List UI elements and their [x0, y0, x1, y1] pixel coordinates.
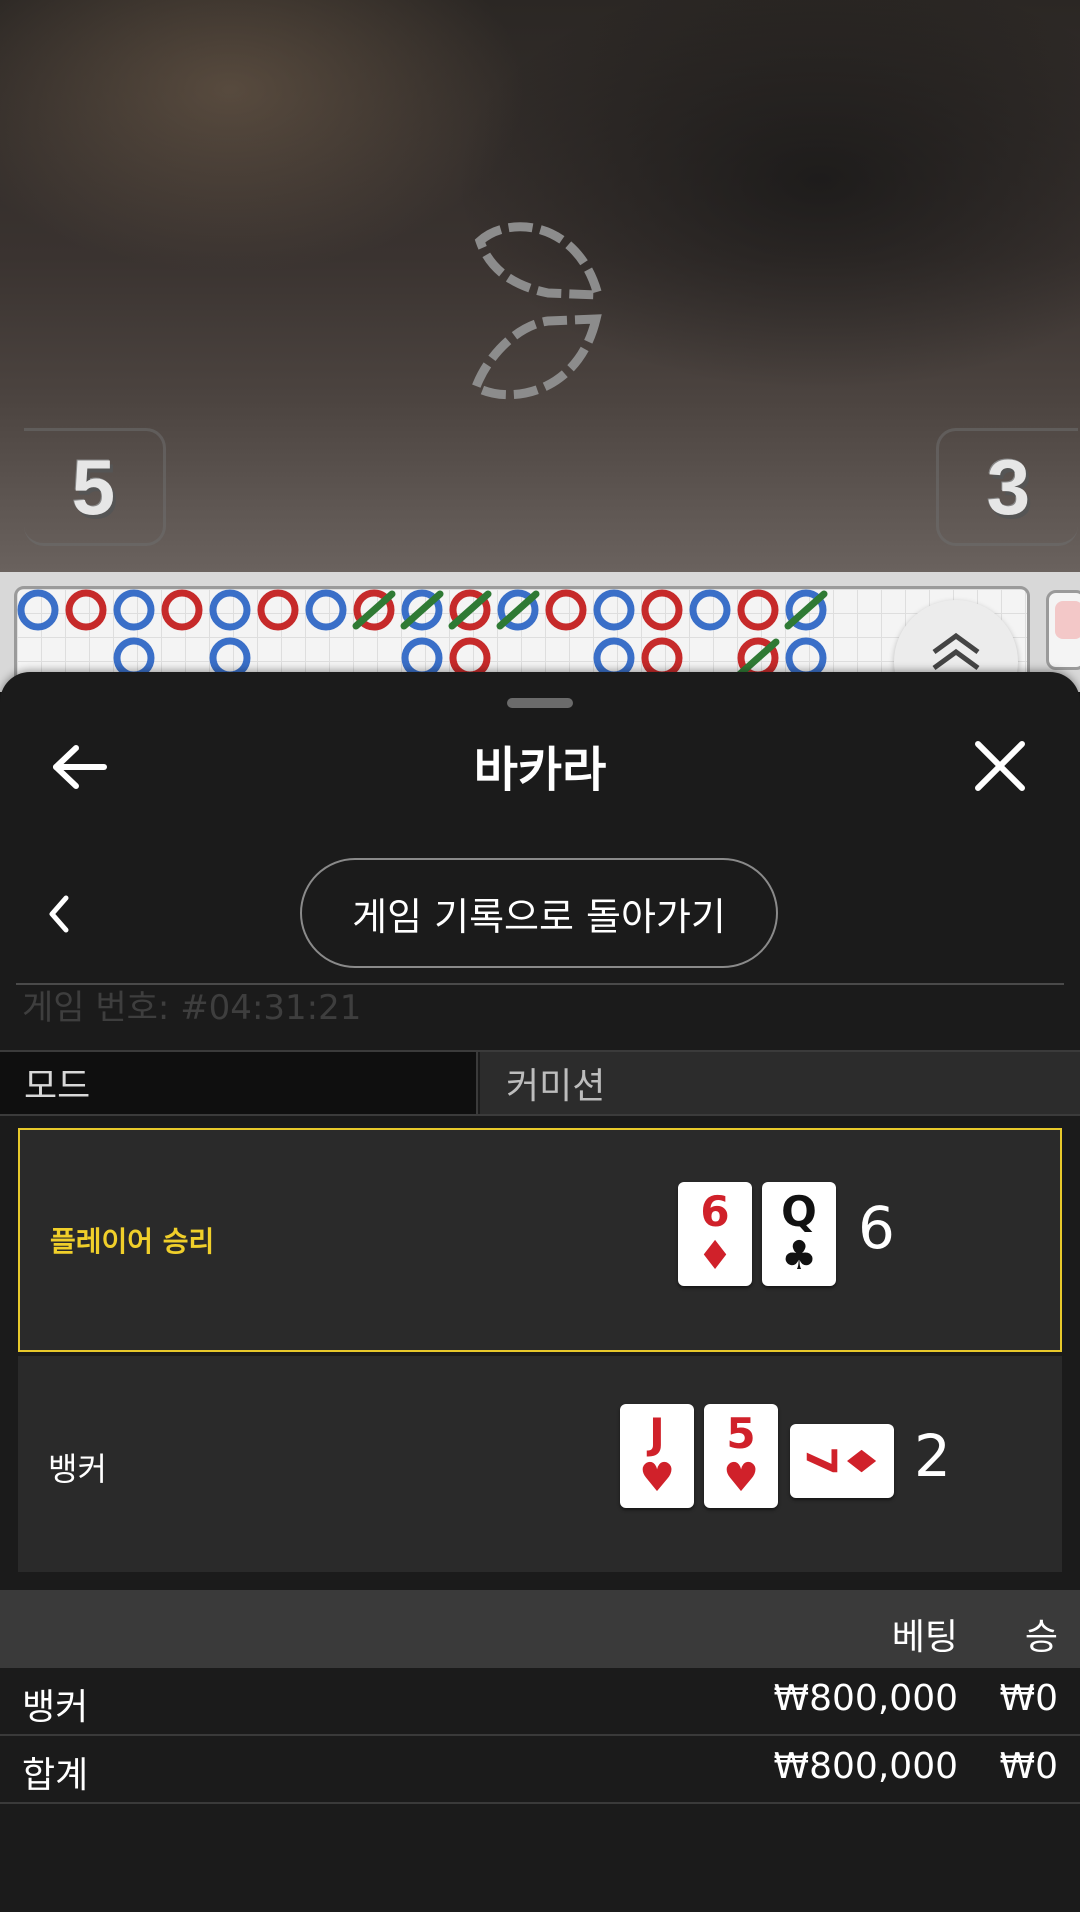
- diamond-suit-icon: ♦: [697, 1233, 733, 1279]
- playing-card: Q ♣: [762, 1182, 836, 1286]
- total-win-amount: ₩0: [999, 1746, 1059, 1787]
- player-result-label: 플레이어 승리: [50, 1225, 215, 1258]
- road-ring: [593, 589, 635, 631]
- card-rank: 6: [700, 1187, 730, 1236]
- back-to-history-label: 게임 기록으로 돌아가기: [352, 894, 726, 939]
- table-row: 뱅커 ₩800,000 ₩0: [0, 1668, 1080, 1736]
- table-row-total: 합계 ₩800,000 ₩0: [0, 1736, 1080, 1804]
- card-rank: 5: [726, 1409, 756, 1458]
- card-rank: Q: [781, 1187, 817, 1236]
- chevron-up-double-icon: [932, 632, 980, 671]
- mode-label: 모드: [0, 1052, 478, 1114]
- playing-card: 6 ♦: [678, 1182, 752, 1286]
- road-ring: [401, 637, 443, 679]
- banker-score: 3: [986, 442, 1031, 531]
- club-suit-icon: ♣: [781, 1233, 817, 1279]
- road-ring: [545, 589, 587, 631]
- mode-row: 모드 커미션: [0, 1050, 1080, 1116]
- diamond-suit-icon: ♦: [836, 1443, 883, 1479]
- road-ring: [593, 637, 635, 679]
- close-icon[interactable]: [972, 738, 1028, 794]
- road-ring: [161, 589, 203, 631]
- playing-card: J ♥: [620, 1404, 694, 1508]
- win-amount: ₩0: [999, 1678, 1059, 1719]
- road-ring: [785, 637, 827, 679]
- road-ring: [209, 637, 251, 679]
- bet-column-header: 베팅: [891, 1617, 958, 1658]
- bet-row-label: 뱅커: [22, 1687, 89, 1728]
- road-ring: [65, 589, 107, 631]
- player-hand-panel: 플레이어 승리 6 ♦ Q ♣ 6: [18, 1128, 1062, 1352]
- road-ring: [113, 589, 155, 631]
- header-divider: [16, 983, 1064, 985]
- win-column-header: 승: [1024, 1617, 1058, 1658]
- playing-card-rotated: 7 ♦: [790, 1424, 894, 1498]
- back-to-history-button[interactable]: 게임 기록으로 돌아가기: [300, 858, 778, 968]
- road-ring: [641, 637, 683, 679]
- banker-hand-panel: 뱅커 J ♥ 5 ♥ 7 ♦ 2: [18, 1356, 1062, 1572]
- total-bet-amount: ₩800,000: [773, 1746, 958, 1787]
- card-rank: J: [649, 1409, 665, 1458]
- total-row-label: 합계: [22, 1755, 89, 1796]
- drag-handle[interactable]: [507, 698, 573, 708]
- heart-suit-icon: ♥: [639, 1455, 675, 1501]
- road-ring: [257, 589, 299, 631]
- banker-total: 2: [914, 1422, 951, 1490]
- side-roadmap: [1046, 590, 1080, 670]
- road-ring: [209, 589, 251, 631]
- mode-value: 커미션: [480, 1052, 1080, 1114]
- playing-card: 5 ♥: [704, 1404, 778, 1508]
- road-ring: [737, 589, 779, 631]
- banker-label: 뱅커: [48, 1450, 107, 1488]
- player-score: 5: [71, 442, 116, 531]
- loading-spinner-icon: [470, 222, 604, 400]
- player-score-box: 5: [24, 428, 166, 546]
- live-video-feed: 5 3: [0, 0, 1080, 572]
- sheet-title: 바카라: [473, 742, 607, 798]
- road-ring: [689, 589, 731, 631]
- road-ring: [305, 589, 347, 631]
- road-ring: [17, 589, 59, 631]
- road-ring: [449, 637, 491, 679]
- chevron-left-icon[interactable]: [44, 892, 74, 936]
- bets-table-header: 베팅 승: [0, 1590, 1080, 1668]
- bet-amount: ₩800,000: [773, 1678, 958, 1719]
- heart-suit-icon: ♥: [723, 1455, 759, 1501]
- road-ring: [113, 637, 155, 679]
- banker-score-box: 3: [936, 428, 1078, 546]
- player-total: 6: [858, 1194, 895, 1262]
- road-ring: [641, 589, 683, 631]
